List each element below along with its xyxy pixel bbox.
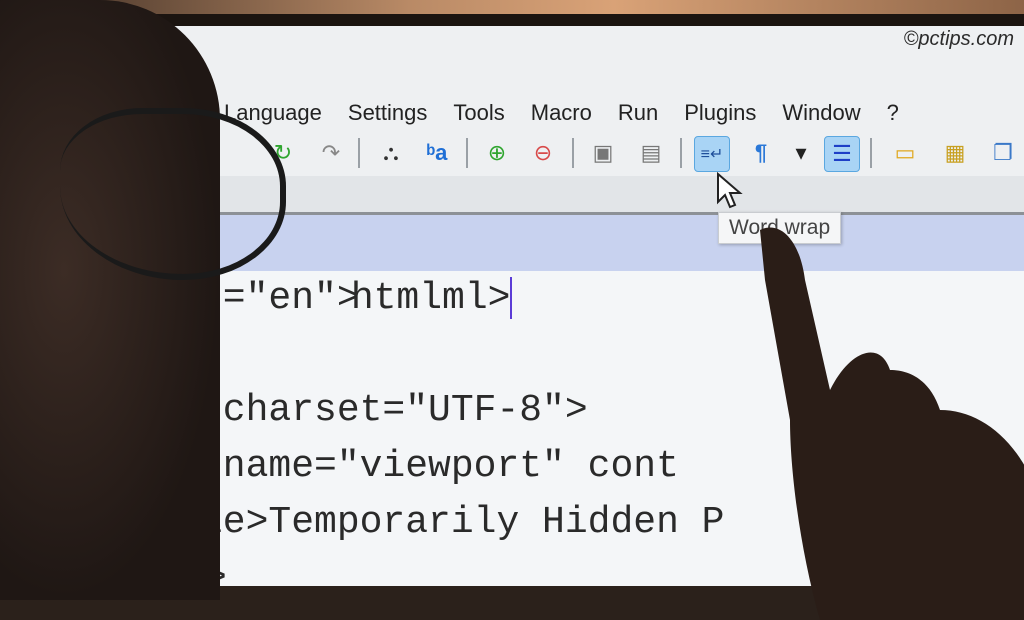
editor-line[interactable]: g="en">: [200, 271, 360, 327]
zoom-out-icon: ⊖: [533, 140, 553, 165]
replace-button[interactable]: ᵇa: [420, 136, 454, 170]
dropdown-button[interactable]: ▾: [784, 136, 818, 170]
pointing-hand: [760, 227, 1024, 620]
zoom-in-button[interactable]: ⊕: [480, 136, 514, 170]
line-suffix: ml>: [442, 277, 511, 320]
redo-icon: ↷: [321, 140, 341, 165]
menu-help[interactable]: ?: [887, 100, 899, 126]
function-list-icon: ▭: [894, 140, 916, 165]
menu-window[interactable]: Window: [782, 100, 860, 126]
show-all-characters-button[interactable]: ¶: [744, 136, 778, 170]
find-button[interactable]: ⛬: [374, 136, 408, 170]
toolbar-separator: [466, 138, 468, 168]
editor-line[interactable]: name="viewport" cont: [200, 439, 679, 495]
sync-vertical-icon: ▣: [592, 140, 614, 165]
redo-button[interactable]: ↷: [314, 136, 348, 170]
function-list-button[interactable]: ▭: [888, 136, 922, 170]
editor-line[interactable]: charset="UTF-8">: [200, 383, 588, 439]
word-wrap-icon: ≡↵: [700, 146, 724, 163]
toolbar-separator: [870, 138, 872, 168]
person-head: [0, 0, 220, 600]
toolbar-separator: [680, 138, 682, 168]
document-map-icon: ▦: [944, 140, 966, 165]
folder-workspace-button[interactable]: ❐: [986, 136, 1020, 170]
mouse-pointer-icon: [717, 172, 743, 209]
indent-guide-icon: ☰: [832, 141, 852, 166]
replace-icon: ᵇa: [426, 140, 448, 165]
watermark: ©pctips.com: [903, 28, 1014, 50]
sync-vertical-button[interactable]: ▣: [586, 136, 620, 170]
menu-plugins[interactable]: Plugins: [684, 100, 756, 126]
menu-macro[interactable]: Macro: [531, 100, 592, 126]
text-caret: [510, 276, 513, 319]
editor-line[interactable]: le>Temporarily Hidden P: [200, 495, 725, 551]
word-wrap-button[interactable]: ≡↵: [694, 136, 730, 172]
pilcrow-icon: ¶: [754, 140, 768, 165]
zoom-out-button[interactable]: ⊖: [526, 136, 560, 170]
indent-guide-button[interactable]: ☰: [824, 136, 860, 172]
sync-horizontal-button[interactable]: ▤: [634, 136, 668, 170]
binoculars-icon: ⛬: [383, 140, 399, 165]
menu-settings[interactable]: Settings: [348, 100, 428, 126]
menu-bar: Language Settings Tools Macro Run Plugin…: [140, 90, 925, 126]
zoom-in-icon: ⊕: [487, 140, 507, 165]
chevron-down-icon: ▾: [795, 140, 807, 165]
menu-run[interactable]: Run: [618, 100, 658, 126]
folder-workspace-icon: ❐: [993, 140, 1013, 165]
toolbar-separator: [358, 138, 360, 168]
sync-horizontal-icon: ▤: [640, 140, 662, 165]
toolbar-separator: [572, 138, 574, 168]
menu-tools[interactable]: Tools: [453, 100, 504, 126]
document-map-button[interactable]: ▦: [938, 136, 972, 170]
